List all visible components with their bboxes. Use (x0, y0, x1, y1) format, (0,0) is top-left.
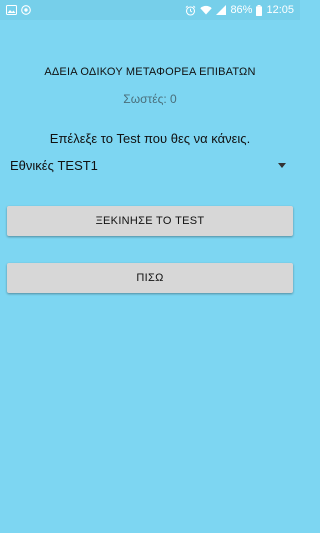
battery-icon (256, 4, 263, 16)
back-button[interactable]: ΠΙΣΩ (7, 263, 293, 293)
status-right: 86% 12:05 (185, 4, 294, 16)
start-test-button[interactable]: ΞΕΚΙΝΗΣΕ ΤΟ TEST (7, 206, 293, 236)
image-icon (6, 5, 17, 15)
dropdown-arrow-icon (278, 162, 286, 168)
battery-percentage: 86% (230, 4, 253, 16)
test-select-value: Εθνικές TEST1 (10, 157, 98, 173)
status-left (6, 5, 31, 15)
score-row: Σωστές: 0 (0, 92, 300, 106)
test-select-prompt: Επέλεξε το Test που θες να κάνεις. (49, 131, 251, 146)
app-notification-icon (21, 5, 31, 15)
status-bar: 86% 12:05 (0, 0, 300, 20)
score-value: 0 (170, 92, 177, 106)
alarm-icon (185, 5, 196, 16)
page-title: ΑΔΕΙΑ ΟΔΙΚΟΥ ΜΕΤΑΦΟΡΕΑ ΕΠΙΒΑΤΩΝ (44, 66, 256, 78)
status-clock: 12:05 (266, 4, 294, 16)
score-label: Σωστές: (123, 92, 167, 106)
signal-icon (216, 5, 227, 15)
test-select-dropdown[interactable]: Εθνικές TEST1 (8, 152, 292, 178)
wifi-icon (200, 5, 213, 15)
